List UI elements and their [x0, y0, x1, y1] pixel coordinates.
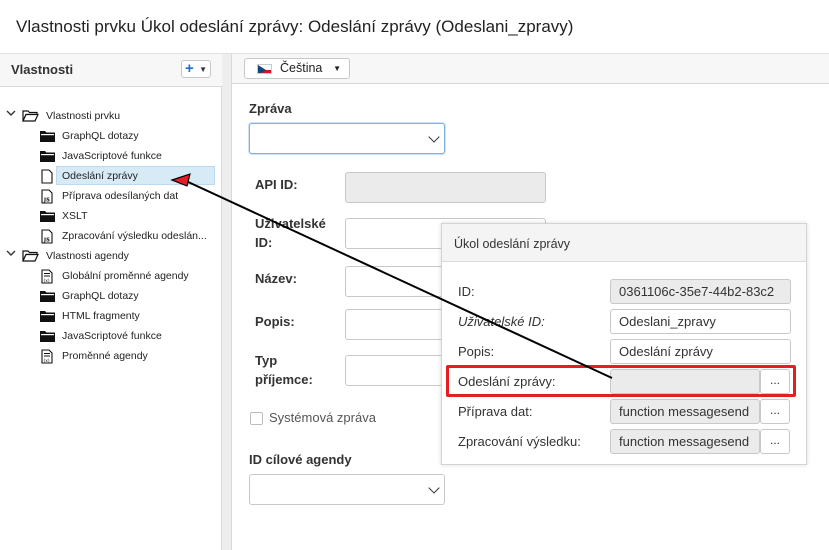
annotation-arrow	[170, 173, 613, 379]
annotation-arrow-line	[185, 180, 613, 379]
annotation-arrow-head	[170, 173, 191, 187]
